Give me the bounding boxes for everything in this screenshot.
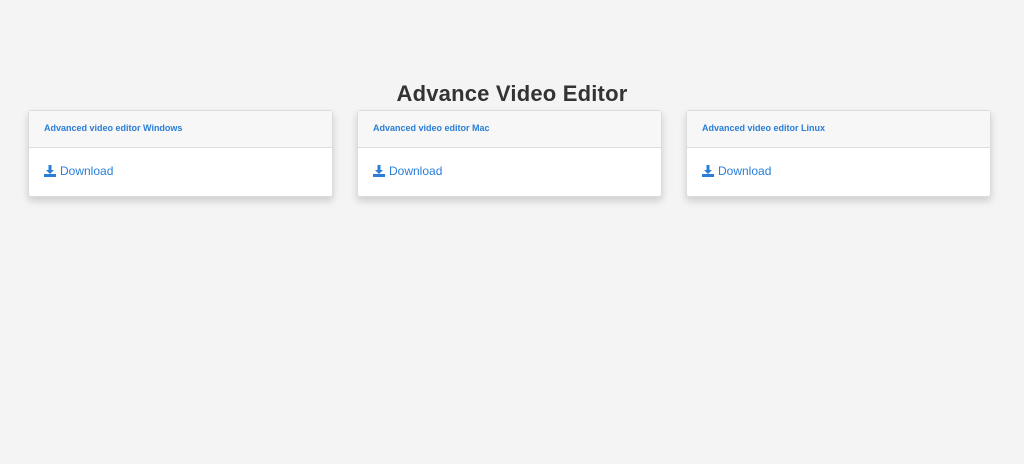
card-header: Advanced video editor Linux (687, 111, 990, 148)
card-linux: Advanced video editor Linux Download (686, 110, 991, 197)
download-link-windows[interactable]: Download (44, 164, 113, 178)
download-icon (702, 165, 714, 177)
card-body: Download (687, 148, 990, 182)
card-body: Download (29, 148, 332, 182)
card-header: Advanced video editor Mac (358, 111, 661, 148)
download-icon (373, 165, 385, 177)
card-windows: Advanced video editor Windows Download (28, 110, 333, 197)
download-cards: Advanced video editor Windows Download A… (28, 110, 992, 198)
card-header: Advanced video editor Windows (29, 111, 332, 148)
download-link-linux[interactable]: Download (702, 164, 771, 178)
card-mac: Advanced video editor Mac Download (357, 110, 662, 197)
download-link-mac[interactable]: Download (373, 164, 442, 178)
page: Advance Video Editor Advanced video edit… (0, 0, 1024, 464)
download-label: Download (718, 164, 772, 178)
download-label: Download (389, 164, 443, 178)
download-icon (44, 165, 56, 177)
page-title: Advance Video Editor (396, 81, 628, 106)
download-label: Download (60, 164, 114, 178)
card-body: Download (358, 148, 661, 182)
